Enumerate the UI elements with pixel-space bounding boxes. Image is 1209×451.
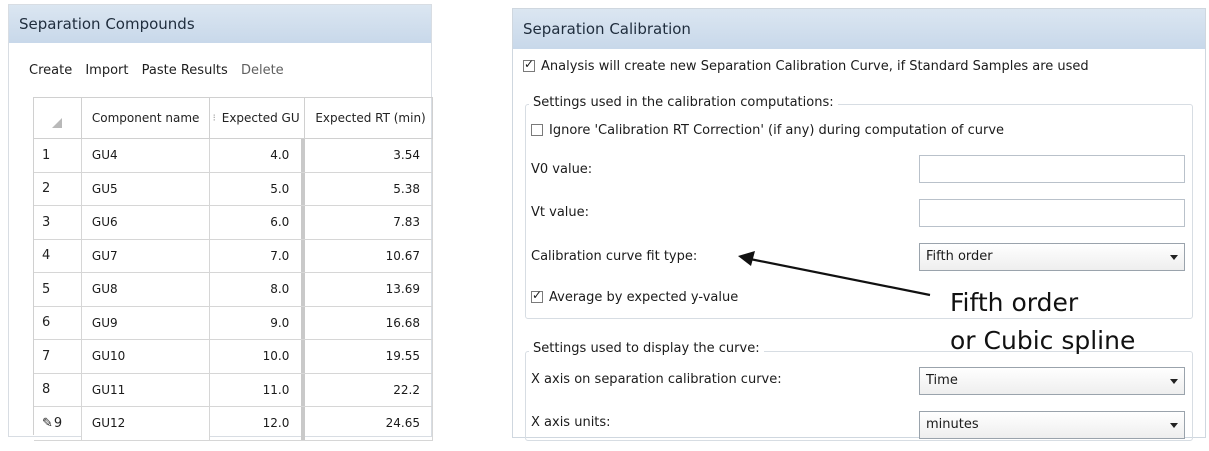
cell-component-name[interactable]: GU8: [81, 273, 210, 306]
x-axis-select[interactable]: Time: [919, 367, 1185, 395]
column-header-expected-rt[interactable]: Expected RT (min): [305, 98, 434, 138]
cell-expected-gu[interactable]: 5.0: [210, 172, 306, 205]
cell-component-name[interactable]: GU10: [81, 340, 210, 373]
cell-expected-rt[interactable]: 7.83: [305, 206, 433, 239]
toolbar: Create Import Paste Results Delete: [29, 63, 293, 78]
row-index: 1: [34, 139, 82, 172]
cell-component-name[interactable]: GU7: [81, 239, 210, 272]
column-header-expected-gu-label: Expected GU: [221, 111, 300, 125]
v0-input[interactable]: [919, 155, 1185, 183]
annotation-line2: or Cubic spline: [950, 326, 1136, 355]
cell-component-name[interactable]: GU5: [81, 172, 210, 205]
ignore-correction-label: Ignore 'Calibration RT Correction' (if a…: [549, 123, 1005, 138]
annotation-line1: Fifth order: [950, 288, 1079, 317]
cell-expected-rt[interactable]: 13.69: [305, 273, 433, 306]
import-button[interactable]: Import: [85, 63, 128, 78]
pencil-icon: ✎: [42, 415, 53, 431]
cell-component-name[interactable]: GU6: [81, 206, 210, 239]
cell-expected-gu[interactable]: 6.0: [210, 206, 306, 239]
cell-expected-rt[interactable]: 19.55: [305, 340, 433, 373]
vt-label: Vt value:: [531, 205, 590, 220]
row-index: 9: [53, 415, 63, 431]
x-units-value: minutes: [926, 417, 979, 432]
cell-component-name[interactable]: GU12: [81, 407, 210, 440]
group-title-calibration: Settings used in the calibration computa…: [529, 95, 838, 110]
cell-component-name[interactable]: GU4: [81, 139, 210, 172]
row-index: 7: [34, 340, 82, 373]
fit-type-value: Fifth order: [926, 249, 993, 264]
x-axis-value: Time: [926, 373, 958, 388]
paste-results-button[interactable]: Paste Results: [142, 63, 228, 78]
vt-input[interactable]: [919, 199, 1185, 227]
chevron-down-icon: [1170, 379, 1178, 384]
table-row[interactable]: 2 GU5 5.0 5.38: [34, 172, 433, 206]
table-row[interactable]: ✎ 9 GU12 12.0 24.65: [34, 407, 433, 441]
row-index: 4: [34, 239, 82, 272]
compounds-table: Component name ⁝ Expected GU Expected RT …: [33, 97, 434, 441]
cell-component-name[interactable]: GU9: [81, 306, 210, 339]
analysis-checkbox[interactable]: [523, 57, 535, 72]
table-row[interactable]: 3 GU6 6.0 7.83: [34, 206, 433, 240]
panel-title: Separation Calibration: [513, 9, 1205, 49]
cell-expected-rt[interactable]: 24.65: [305, 407, 433, 440]
ignore-correction-checkbox[interactable]: [531, 124, 543, 136]
row-index-editing: ✎ 9: [34, 407, 82, 440]
cell-expected-gu[interactable]: 12.0: [210, 407, 306, 440]
group-title-display: Settings used to display the curve:: [529, 341, 764, 356]
separation-compounds-panel: Separation Compounds Create Import Paste…: [8, 4, 434, 441]
cell-expected-gu[interactable]: 10.0: [210, 340, 306, 373]
cell-component-name[interactable]: GU11: [81, 373, 210, 406]
table-row[interactable]: 4 GU7 7.0 10.67: [34, 239, 433, 273]
ignore-correction-option[interactable]: Ignore 'Calibration RT Correction' (if a…: [531, 123, 1004, 138]
cell-expected-rt[interactable]: 5.38: [305, 172, 433, 205]
table-header: Component name ⁝ Expected GU Expected RT …: [34, 98, 434, 139]
fit-type-label: Calibration curve fit type:: [531, 249, 698, 264]
cell-expected-rt[interactable]: 22.2: [305, 373, 433, 406]
cell-expected-gu[interactable]: 9.0: [210, 306, 306, 339]
row-index: 8: [34, 373, 82, 406]
chevron-down-icon: [1170, 423, 1178, 428]
cell-expected-rt[interactable]: 16.68: [305, 306, 433, 339]
cell-expected-gu[interactable]: 11.0: [210, 373, 306, 406]
cell-expected-rt[interactable]: 3.54: [305, 139, 433, 172]
row-index: 3: [34, 206, 82, 239]
average-label: Average by expected y-value: [549, 290, 739, 305]
row-index: 2: [34, 172, 82, 205]
fit-type-select[interactable]: Fifth order: [919, 243, 1185, 271]
x-units-label: X axis units:: [531, 415, 611, 430]
create-button[interactable]: Create: [29, 63, 72, 78]
table-row[interactable]: 7 GU10 10.0 19.55: [34, 340, 433, 374]
separation-calibration-panel: Separation Calibration Analysis will cre…: [512, 8, 1206, 441]
cell-expected-gu[interactable]: 7.0: [210, 239, 306, 272]
analysis-checkbox-label: Analysis will create new Separation Cali…: [541, 59, 1089, 74]
cell-expected-rt[interactable]: 10.67: [305, 239, 433, 272]
row-index: 6: [34, 306, 82, 339]
v0-label: V0 value:: [531, 162, 593, 177]
row-index: 5: [34, 273, 82, 306]
select-all-corner[interactable]: [34, 98, 82, 138]
x-units-select[interactable]: minutes: [919, 411, 1185, 439]
table-row[interactable]: 1 GU4 4.0 3.54: [34, 139, 433, 173]
cell-expected-gu[interactable]: 8.0: [210, 273, 306, 306]
panel-title: Separation Compounds: [9, 5, 431, 43]
cell-expected-gu[interactable]: 4.0: [210, 139, 306, 172]
analysis-option[interactable]: Analysis will create new Separation Cali…: [523, 57, 1089, 74]
x-axis-label: X axis on separation calibration curve:: [531, 372, 782, 387]
table-row[interactable]: 5 GU8 8.0 13.69: [34, 273, 433, 307]
table-row[interactable]: 8 GU11 11.0 22.2: [34, 373, 433, 407]
average-option[interactable]: Average by expected y-value: [531, 288, 739, 305]
chevron-down-icon: [1170, 255, 1178, 260]
column-header-expected-gu[interactable]: ⁝ Expected GU: [210, 98, 306, 138]
average-checkbox[interactable]: [531, 288, 543, 303]
table-row[interactable]: 6 GU9 9.0 16.68: [34, 306, 433, 340]
column-header-component-name[interactable]: Component name: [82, 98, 210, 138]
delete-button[interactable]: Delete: [241, 63, 284, 78]
